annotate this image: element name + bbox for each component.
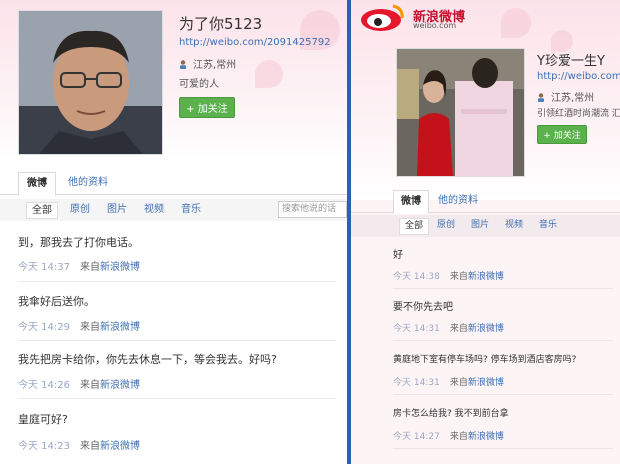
left-profile-panel: 为了你5123 http://weibo.com/2091425792 江苏,常… (0, 0, 347, 464)
filter-original[interactable]: 原创 (70, 202, 90, 217)
divider (393, 288, 613, 289)
source-link[interactable]: 新浪微博 (100, 441, 140, 452)
post-source: 来自新浪微博 (450, 324, 504, 334)
source-prefix: 来自 (80, 380, 100, 391)
profile-bio: 引领红酒时尚潮流 汇亨 (537, 109, 620, 119)
post-source: 来自新浪微博 (80, 380, 140, 391)
post-meta: 今天 14:31 来自新浪微博 (393, 375, 504, 388)
location-text: 江苏,常州 (193, 60, 237, 71)
tab-profile-info[interactable]: 他的资料 (435, 190, 481, 212)
post-source: 来自新浪微博 (80, 441, 140, 452)
user-icon (537, 93, 545, 102)
profile-url-link[interactable]: http://weibo.com/188 (537, 71, 620, 82)
post-text: 到，那我去了打你电话。 (18, 236, 139, 249)
post-timestamp-link[interactable]: 今天 14:37 (18, 262, 70, 273)
profile-location: 江苏,常州 (179, 56, 236, 71)
source-prefix: 来自 (449, 272, 468, 282)
source-prefix: 来自 (80, 262, 100, 273)
divider (393, 340, 613, 341)
tab-weibo[interactable]: 微博 (18, 172, 56, 196)
source-link[interactable]: 新浪微博 (468, 272, 504, 282)
filter-videos[interactable]: 视频 (144, 202, 164, 217)
post-timestamp-link[interactable]: 今天 14:26 (18, 380, 70, 391)
post-meta: 今天 14:23 来自新浪微博 (18, 437, 140, 452)
filter-music[interactable]: 音乐 (181, 202, 201, 217)
divider (18, 281, 336, 282)
post-text: 要不你先去吧 (393, 302, 453, 313)
avatar-image (397, 49, 524, 176)
source-link[interactable]: 新浪微博 (468, 378, 504, 388)
source-prefix: 来自 (80, 441, 100, 452)
profile-tabs: 微博 他的资料 (0, 172, 347, 196)
post-text: 我傘好后送你。 (18, 295, 95, 308)
post-timestamp-link[interactable]: 今天 14:31 (393, 378, 440, 388)
decorative-petal (551, 30, 573, 52)
post-text: 好 (393, 250, 403, 261)
location-text: 江苏,常州 (551, 93, 595, 104)
post-timestamp-link[interactable]: 今天 14:23 (18, 441, 70, 452)
profile-url-link[interactable]: http://weibo.com/2091425792 (179, 37, 331, 48)
profile-bio: 可爱的人 (179, 79, 219, 90)
post-text: 房卡怎么给我? 我不到前台拿 (393, 409, 509, 419)
follow-button[interactable]: + 加关注 (179, 97, 235, 118)
post-meta: 今天 14:27 来自新浪微博 (393, 429, 504, 442)
avatar[interactable] (396, 48, 525, 177)
filter-all[interactable]: 全部 (399, 218, 430, 235)
post-meta: 今天 14:38 来自新浪微博 (393, 269, 504, 282)
source-link[interactable]: 新浪微博 (468, 324, 504, 334)
profile-nickname: Y珍爱一生Y (537, 54, 605, 69)
source-link[interactable]: 新浪微博 (100, 380, 140, 391)
post-text: 黄庭地下室有停车场吗? 停车场到酒店客房吗? (393, 355, 577, 365)
follow-button[interactable]: + 加关注 (537, 125, 587, 144)
profile-location: 江苏,常州 (537, 89, 594, 104)
post-text: 皇庭可好? (18, 413, 68, 426)
source-link[interactable]: 新浪微博 (100, 322, 140, 333)
post-meta: 今天 14:31 来自新浪微博 (393, 321, 504, 334)
post-timestamp-link[interactable]: 今天 14:27 (393, 432, 440, 442)
user-icon (179, 60, 187, 69)
post-meta: 今天 14:29 来自新浪微博 (18, 318, 140, 333)
post-source: 来自新浪微博 (80, 262, 140, 273)
post-timestamp-link[interactable]: 今天 14:29 (18, 322, 70, 333)
filter-music[interactable]: 音乐 (539, 218, 557, 233)
source-prefix: 来自 (449, 378, 468, 388)
tab-weibo[interactable]: 微博 (393, 190, 429, 214)
source-prefix: 来自 (80, 322, 100, 333)
avatar-image (19, 11, 162, 154)
source-link[interactable]: 新浪微博 (468, 432, 504, 442)
decorative-petal (501, 8, 531, 38)
post-source: 来自新浪微博 (80, 322, 140, 333)
decorative-petal (255, 60, 283, 88)
filter-original[interactable]: 原创 (437, 218, 455, 233)
post-timestamp-link[interactable]: 今天 14:31 (393, 324, 440, 334)
divider (393, 448, 613, 449)
feed-filter-bar: 全部 原创 图片 视频 音乐 (351, 215, 620, 237)
post-timestamp-link[interactable]: 今天 14:38 (393, 272, 440, 282)
source-link[interactable]: 新浪微博 (100, 262, 140, 273)
filter-all[interactable]: 全部 (26, 202, 58, 219)
filter-images[interactable]: 图片 (471, 218, 489, 233)
source-prefix: 来自 (449, 324, 468, 334)
divider (18, 340, 336, 341)
post-source: 来自新浪微博 (450, 272, 504, 282)
brand-domain: weibo.com (413, 21, 457, 30)
search-input[interactable]: 搜索他说的话 (278, 201, 347, 218)
post-source: 来自新浪微博 (450, 432, 504, 442)
right-profile-panel: 新浪微博 weibo.com Y珍爱一生Y http://weibo.com/1… (351, 0, 620, 464)
feed-filter-bar: 全部 原创 图片 视频 音乐 搜索他说的话 (0, 199, 347, 221)
post-meta: 今天 14:26 来自新浪微博 (18, 376, 140, 391)
weibo-eye-icon (361, 4, 404, 31)
divider (18, 398, 336, 399)
post-source: 来自新浪微博 (450, 378, 504, 388)
profile-nickname: 为了你5123 (179, 15, 263, 33)
post-meta: 今天 14:37 来自新浪微博 (18, 258, 140, 273)
source-prefix: 来自 (449, 432, 468, 442)
avatar[interactable] (18, 10, 163, 155)
tab-profile-info[interactable]: 他的资料 (64, 172, 112, 194)
filter-images[interactable]: 图片 (107, 202, 127, 217)
divider (393, 394, 613, 395)
filter-videos[interactable]: 视频 (505, 218, 523, 233)
profile-tabs: 微博 他的资料 (351, 190, 620, 214)
post-text: 我先把房卡给你，你先去休息一下，等会我去。好吗? (18, 353, 277, 366)
